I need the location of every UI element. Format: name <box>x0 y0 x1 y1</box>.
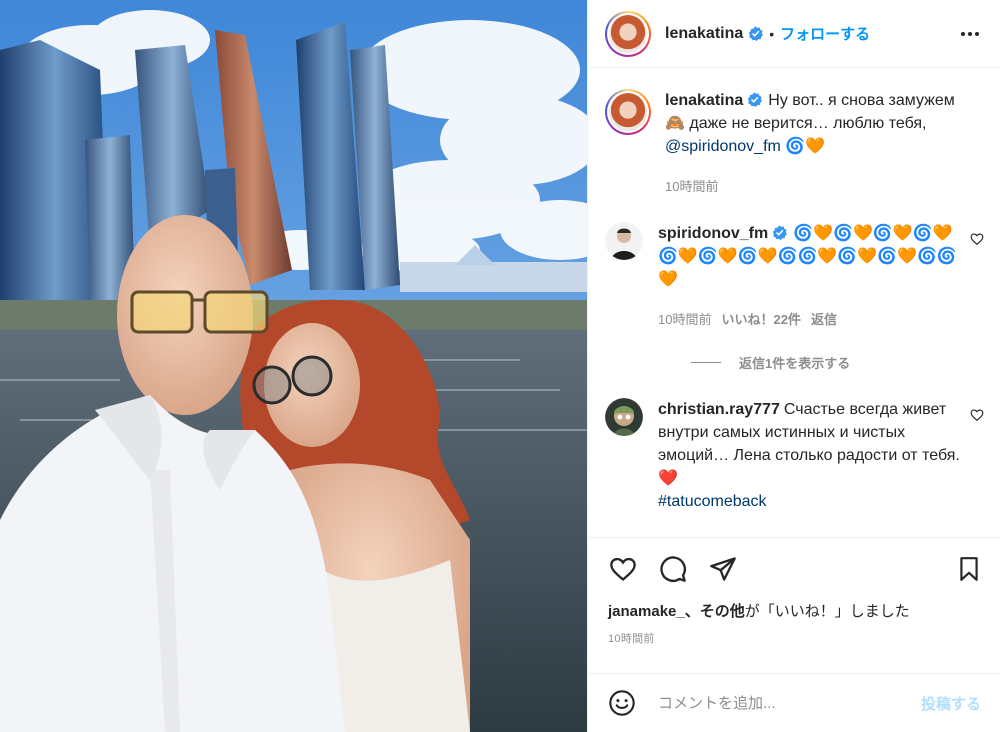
caption: lenakatina Ну вот.. я снова замужем 🙈 даж… <box>605 89 984 198</box>
comment-username[interactable]: christian.ray777 <box>658 401 780 418</box>
reply-button[interactable]: 返信 <box>811 312 837 327</box>
comment-item: spiridonov_fm 🌀🧡🌀🧡🌀🧡🌀🧡🌀🧡🌀🧡🌀🧡🌀🌀🧡🌀🧡🌀🧡🌀🌀🧡 10… <box>605 222 984 331</box>
post-actions: janamake_、その他が「いいね！」しました 10時間前 <box>588 537 1000 646</box>
caption-mention[interactable]: @spiridonov_fm <box>665 138 781 155</box>
more-options-icon[interactable] <box>956 20 984 48</box>
commenter-avatar[interactable] <box>605 398 643 436</box>
comments-list[interactable]: lenakatina Ну вот.. я снова замужем 🙈 даж… <box>588 69 1000 536</box>
add-comment-bar: 投稿する <box>588 673 1000 732</box>
follow-button[interactable]: フォローする <box>780 23 870 44</box>
verified-badge-icon <box>749 26 764 41</box>
hashtag-link[interactable]: #tatucomeback <box>658 493 767 510</box>
author-username[interactable]: lenakatina <box>665 25 743 43</box>
comment-meta: 10時間前 いいね！22件 返信 <box>658 308 960 331</box>
caption-emoji: 🌀🧡 <box>785 138 826 155</box>
comment-like-heart-icon[interactable] <box>970 232 984 246</box>
comment-username[interactable]: spiridonov_fm <box>658 225 768 242</box>
verified-badge-icon <box>772 225 788 240</box>
caption-avatar[interactable] <box>605 89 651 135</box>
comment-likes[interactable]: いいね！22件 <box>721 312 800 327</box>
verified-badge-icon <box>748 92 763 107</box>
view-replies-button[interactable]: 返信1件を表示する <box>691 353 984 372</box>
caption-time: 10時間前 <box>665 179 719 194</box>
comment-time: 10時間前 <box>658 312 712 327</box>
header-separator: • <box>769 25 775 42</box>
comment-bubble-icon[interactable] <box>658 554 688 584</box>
caption-username[interactable]: lenakatina <box>665 92 743 109</box>
post-comment-button[interactable]: 投稿する <box>921 693 981 714</box>
paper-plane-icon[interactable] <box>708 554 738 584</box>
comment-item: christian.ray777 Счастье всегда живет вну… <box>605 398 984 513</box>
likes-others[interactable]: 、その他 <box>685 603 745 620</box>
post-header: lenakatina • フォローする <box>588 0 1000 68</box>
photo-illustration <box>0 0 587 732</box>
post-photo[interactable] <box>0 0 587 732</box>
likes-user[interactable]: janamake_ <box>608 603 685 620</box>
heart-icon[interactable] <box>608 554 638 584</box>
comment-like-heart-icon[interactable] <box>970 408 984 422</box>
post-panel: lenakatina • フォローする lenakatina Ну вот.. я… <box>587 0 1000 732</box>
post-time: 10時間前 <box>608 633 655 645</box>
smiley-icon[interactable] <box>608 689 636 717</box>
view-replies-label: 返信1件を表示する <box>739 356 851 371</box>
comment-input[interactable] <box>658 694 921 712</box>
likes-summary[interactable]: janamake_、その他が「いいね！」しました <box>608 600 984 621</box>
bookmark-icon[interactable] <box>954 554 984 584</box>
author-avatar[interactable] <box>605 10 651 57</box>
likes-suffix: が「いいね！」しました <box>744 603 910 620</box>
commenter-avatar[interactable] <box>605 222 643 260</box>
